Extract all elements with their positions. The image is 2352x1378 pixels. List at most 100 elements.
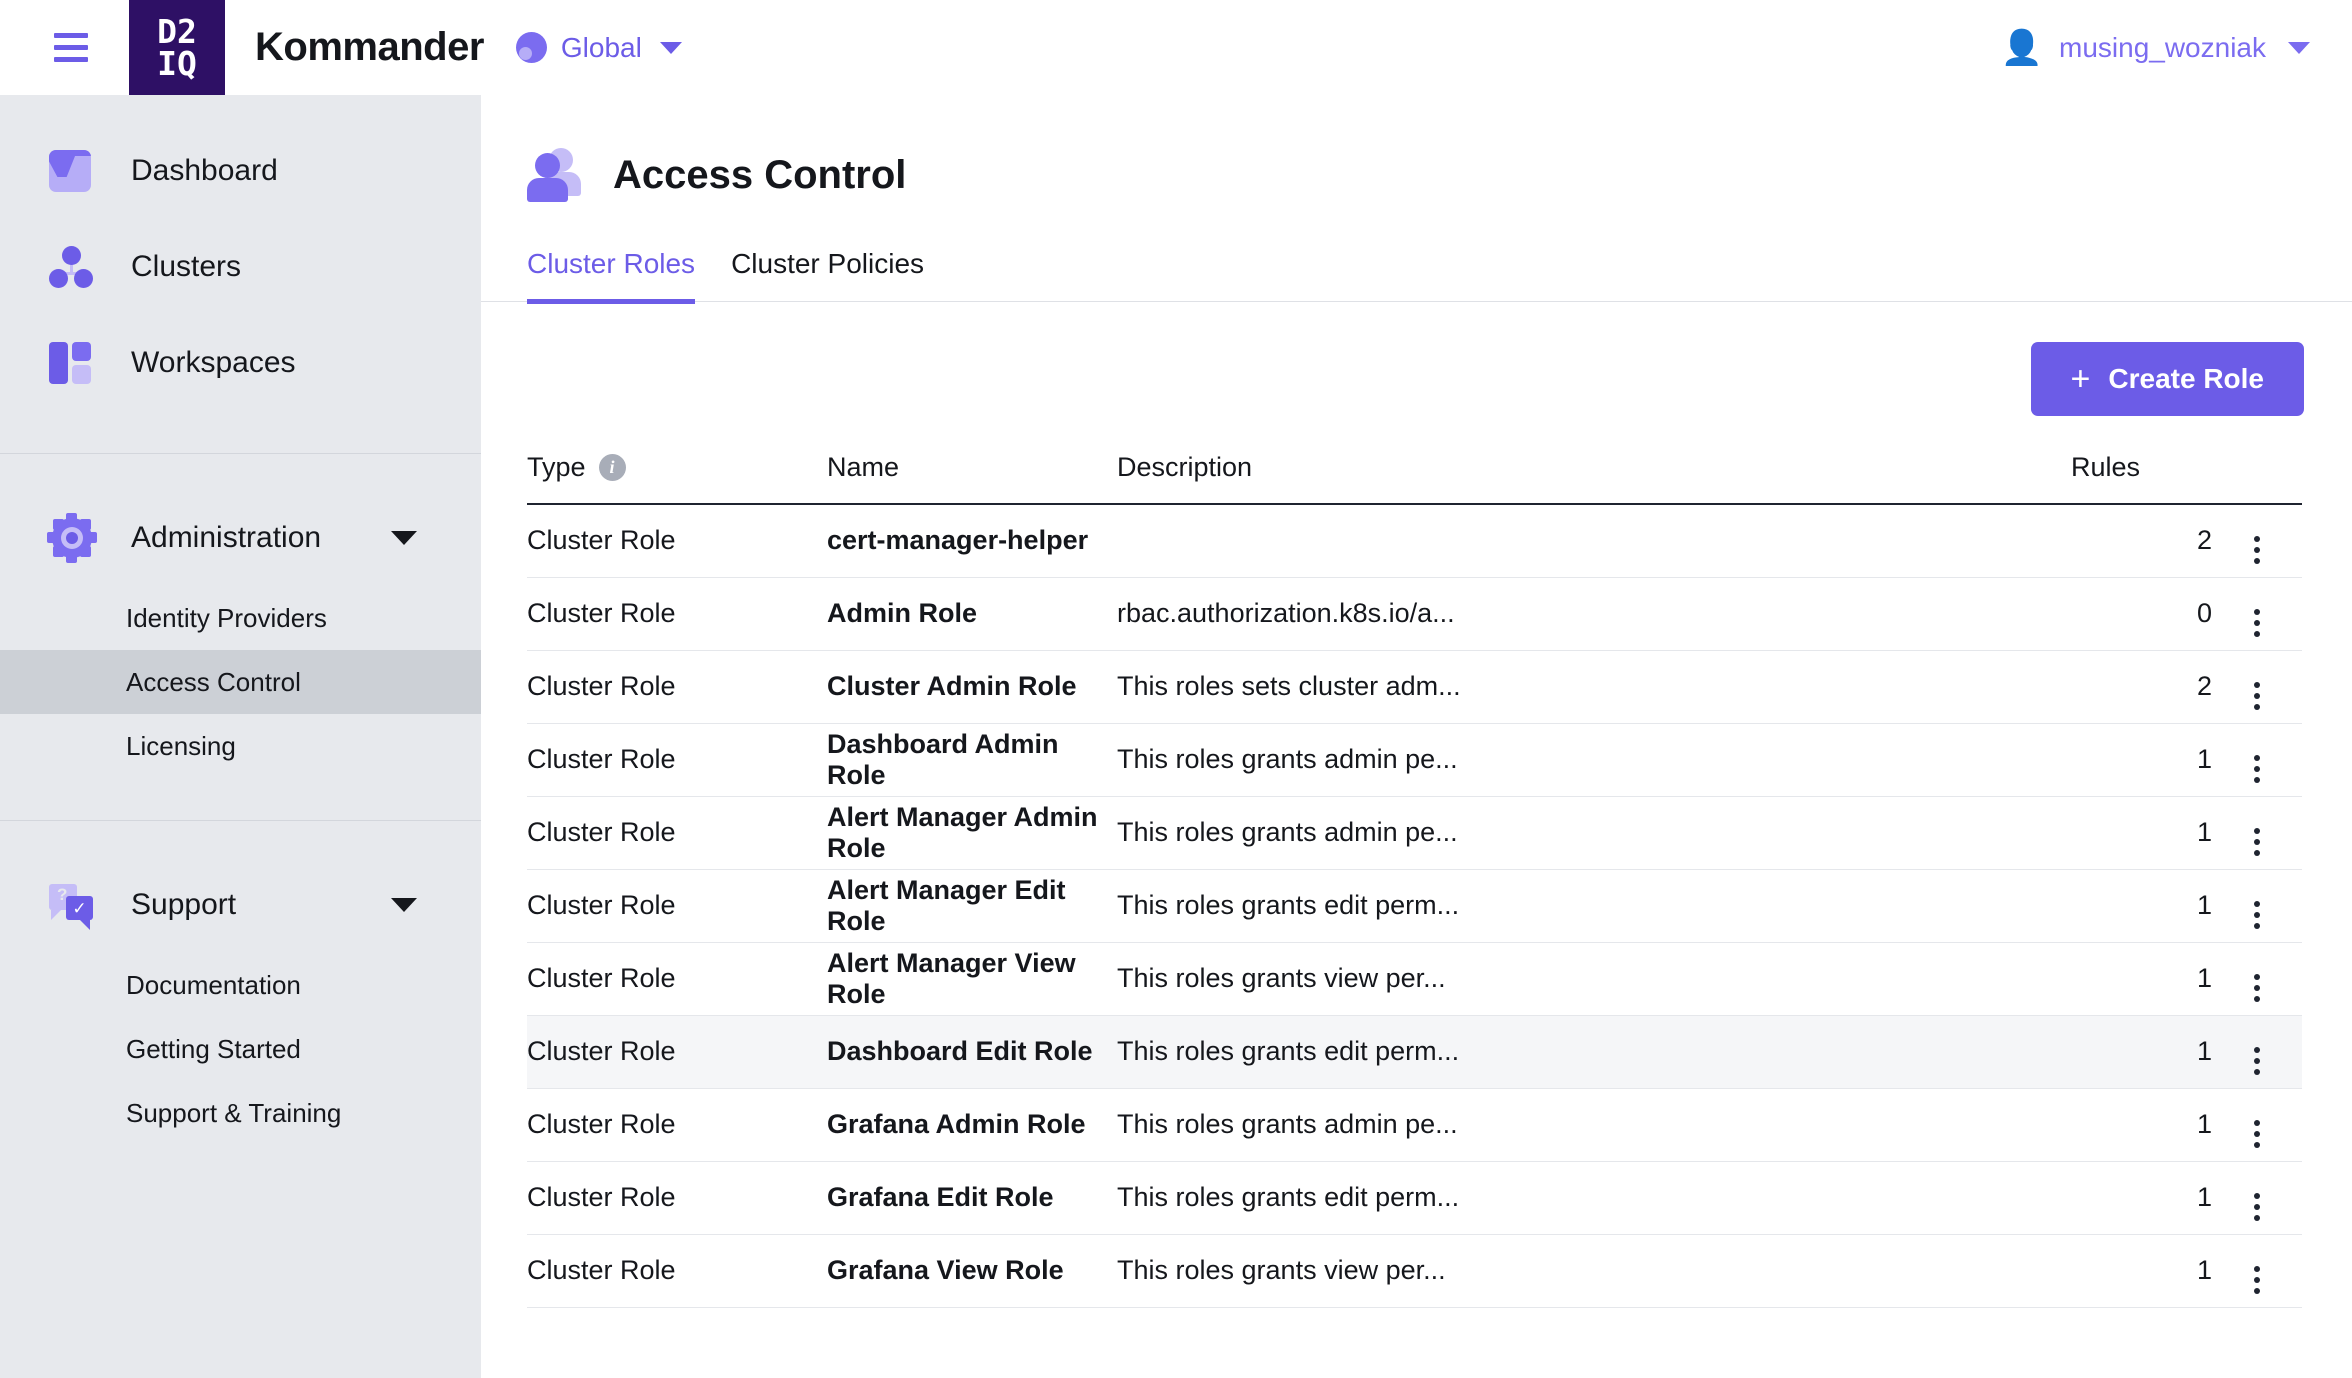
sidebar-group-administration[interactable]: Administration (0, 490, 481, 586)
chevron-down-icon (2288, 41, 2310, 54)
tab-cluster-roles[interactable]: Cluster Roles (527, 248, 696, 304)
sidebar-item-workspaces[interactable]: Workspaces (0, 315, 481, 411)
cell-rules: 1 (1962, 1015, 2212, 1089)
page-header: Access Control (481, 95, 2352, 202)
table-row[interactable]: Cluster Role Alert Manager Admin Role This… (527, 796, 2302, 870)
sidebar: Dashboard Clusters Workspaces Administra… (0, 95, 481, 1378)
table-row[interactable]: Cluster Role Cluster Admin Role This roles… (527, 650, 2302, 724)
row-menu-icon[interactable] (2254, 1046, 2260, 1075)
sidebar-item-support-training[interactable]: Support & Training (0, 1081, 481, 1145)
d2iq-logo: D2 IQ (129, 0, 225, 95)
cell-type: Cluster Role (527, 650, 827, 724)
table-row[interactable]: Cluster Role Alert Manager Edit Role This … (527, 869, 2302, 943)
cell-rules: 1 (1962, 796, 2212, 870)
main-content: Access Control Cluster Roles Cluster Pol… (481, 95, 2352, 1378)
sidebar-group-label: Administration (131, 521, 322, 554)
cell-name: cert-manager-helper (827, 504, 1117, 578)
globe-icon (515, 32, 547, 63)
plus-icon: + (2070, 360, 2091, 398)
cell-actions (2212, 1015, 2302, 1089)
cell-type: Cluster Role (527, 577, 827, 651)
sidebar-subitem-label: Getting Started (126, 1033, 301, 1064)
cell-rules: 1 (1962, 869, 2212, 943)
info-icon[interactable]: i (598, 454, 626, 481)
scope-selector[interactable]: Global (515, 31, 682, 64)
row-menu-icon[interactable] (2254, 827, 2260, 856)
row-menu-icon[interactable] (2254, 754, 2260, 783)
tab-cluster-policies[interactable]: Cluster Policies (731, 248, 924, 304)
cell-actions (2212, 577, 2302, 651)
cell-rules: 1 (1962, 1234, 2212, 1308)
create-role-button[interactable]: + Create Role (2030, 342, 2304, 416)
cell-actions (2212, 1234, 2302, 1308)
cell-rules: 1 (1962, 942, 2212, 1016)
sidebar-item-licensing[interactable]: Licensing (0, 714, 481, 778)
column-header-type-label: Type (527, 452, 586, 482)
row-menu-icon[interactable] (2254, 1119, 2260, 1148)
table-row[interactable]: Cluster Role Admin Role rbac.authorization… (527, 577, 2302, 651)
brand-title: Kommander (255, 25, 484, 69)
cell-description: rbac.authorization.k8s.io/a... (1117, 577, 1962, 651)
sidebar-subitem-label: Documentation (126, 969, 301, 1000)
row-menu-icon[interactable] (2254, 535, 2260, 564)
cell-rules: 2 (1962, 650, 2212, 724)
column-header-description: Description (1117, 452, 1962, 505)
table-row[interactable]: Cluster Role Grafana Admin Role This roles… (527, 1088, 2302, 1162)
cell-description: This roles sets cluster adm... (1117, 650, 1962, 724)
scope-label: Global (560, 31, 642, 63)
sidebar-item-clusters[interactable]: Clusters (0, 219, 481, 315)
sidebar-item-documentation[interactable]: Documentation (0, 953, 481, 1017)
cell-description: This roles grants admin pe... (1117, 723, 1962, 797)
sidebar-item-dashboard[interactable]: Dashboard (0, 123, 481, 219)
cell-type: Cluster Role (527, 1234, 827, 1308)
cell-name: Dashboard Admin Role (827, 723, 1117, 797)
sidebar-item-getting-started[interactable]: Getting Started (0, 1017, 481, 1081)
cell-rules: 2 (1962, 504, 2212, 578)
dashboard-icon (49, 150, 105, 192)
cell-name: Alert Manager Admin Role (827, 796, 1117, 870)
cell-description: This roles grants view per... (1117, 1234, 1962, 1308)
cluster-roles-table: Type i Name Description Rules Cluster Rol… (527, 452, 2302, 1308)
cell-description (1117, 504, 1962, 578)
table-row[interactable]: Cluster Role cert-manager-helper 2 (527, 504, 2302, 578)
cell-name: Dashboard Edit Role (827, 1015, 1117, 1089)
row-menu-icon[interactable] (2254, 681, 2260, 710)
table-row[interactable]: Cluster Role Dashboard Admin Role This rol… (527, 723, 2302, 797)
person-icon: 👤 (2000, 28, 2043, 67)
cell-rules: 0 (1962, 577, 2212, 651)
cell-type: Cluster Role (527, 1161, 827, 1235)
cell-type: Cluster Role (527, 1088, 827, 1162)
user-menu[interactable]: 👤 musing_wozniak (2001, 0, 2310, 95)
table-row[interactable]: Cluster Role Alert Manager View Role This … (527, 942, 2302, 1016)
sidebar-item-identity-providers[interactable]: Identity Providers (0, 586, 481, 650)
cell-name: Grafana View Role (827, 1234, 1117, 1308)
cell-name: Alert Manager Edit Role (827, 869, 1117, 943)
sidebar-subitem-label: Access Control (126, 666, 301, 697)
cell-rules: 1 (1962, 1161, 2212, 1235)
row-menu-icon[interactable] (2254, 608, 2260, 637)
user-name-label: musing_wozniak (2059, 31, 2266, 63)
sidebar-item-access-control[interactable]: Access Control (0, 650, 481, 714)
hamburger-icon[interactable] (48, 0, 94, 95)
create-role-label: Create Role (2108, 363, 2264, 394)
cell-name: Cluster Admin Role (827, 650, 1117, 724)
row-menu-icon[interactable] (2254, 973, 2260, 1002)
table-header-row: Type i Name Description Rules (527, 452, 2302, 505)
sidebar-group-support[interactable]: ? ✓ Support (0, 857, 481, 953)
row-menu-icon[interactable] (2254, 1265, 2260, 1294)
row-menu-icon[interactable] (2254, 900, 2260, 929)
cell-actions (2212, 796, 2302, 870)
sidebar-subitem-label: Licensing (126, 730, 236, 761)
table-row[interactable]: Cluster Role Grafana Edit Role This roles … (527, 1161, 2302, 1235)
chevron-down-icon[interactable] (391, 531, 417, 545)
table-row[interactable]: Cluster Role Grafana View Role This roles … (527, 1234, 2302, 1308)
cell-actions (2212, 1088, 2302, 1162)
column-header-name: Name (827, 452, 1117, 505)
cell-type: Cluster Role (527, 1015, 827, 1089)
table-row[interactable]: Cluster Role Dashboard Edit Role This role… (527, 1015, 2302, 1089)
row-menu-icon[interactable] (2254, 1192, 2260, 1221)
cell-description: This roles grants admin pe... (1117, 1088, 1962, 1162)
chevron-down-icon[interactable] (391, 898, 417, 912)
page-title: Access Control (613, 152, 907, 197)
workspaces-icon (49, 342, 105, 384)
